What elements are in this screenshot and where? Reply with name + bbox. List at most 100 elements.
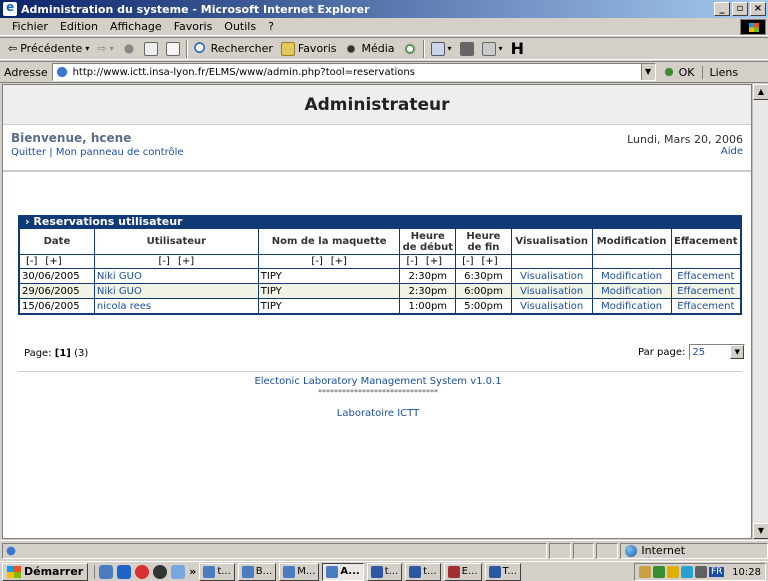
h-button[interactable]: H (507, 40, 528, 56)
forward-button[interactable]: ⇨ ▾ (93, 42, 117, 55)
chevron-more-icon[interactable]: » (189, 565, 196, 578)
address-label: Adresse (4, 65, 48, 79)
sort-asc-button[interactable]: [+] (45, 256, 61, 267)
col-model[interactable]: Nom de la maquette (257, 228, 401, 255)
mail-button[interactable]: ▾ (427, 41, 456, 56)
menu-affichage[interactable]: Affichage (104, 20, 168, 33)
menu-fichier[interactable]: Fichier (6, 20, 54, 33)
quicklaunch-icon[interactable] (171, 564, 186, 579)
favorites-button[interactable]: Favoris (277, 41, 341, 56)
tray-icon[interactable] (695, 566, 707, 578)
maximize-button[interactable]: ▫ (732, 2, 748, 16)
sort-cell-empty (510, 254, 593, 269)
quicklaunch-icon[interactable] (99, 564, 114, 579)
address-dropdown-icon[interactable]: ▼ (640, 64, 655, 80)
search-button[interactable]: Rechercher (190, 41, 277, 56)
history-button[interactable] (399, 41, 421, 56)
language-indicator[interactable]: FR (709, 567, 725, 577)
menu-help[interactable]: ? (262, 20, 280, 33)
task-label: E... (461, 566, 478, 577)
forward-dropdown-icon[interactable]: ▾ (110, 44, 114, 53)
go-button[interactable]: OK (661, 65, 694, 79)
refresh-button[interactable] (140, 41, 162, 56)
user-link[interactable]: Niki GUO (97, 271, 142, 282)
print-button[interactable] (456, 41, 478, 56)
footer-system[interactable]: Electonic Laboratory Management System v… (3, 375, 751, 388)
sort-asc-button[interactable]: [+] (331, 256, 347, 267)
footer-lab[interactable]: Laboratoire ICTT (3, 407, 751, 420)
control-panel-link[interactable]: Mon panneau de contrôle (56, 147, 184, 158)
home-button[interactable] (162, 41, 184, 56)
sort-asc-button[interactable]: [+] (426, 256, 442, 267)
view-link[interactable]: Visualisation (520, 271, 583, 282)
clock[interactable]: 10:28 (732, 567, 761, 578)
edit-link[interactable]: Modification (601, 271, 662, 282)
links-button[interactable]: Liens (702, 65, 738, 79)
stop-button[interactable] (118, 41, 140, 56)
mail-dropdown-icon[interactable]: ▾ (448, 44, 452, 53)
col-delete: Effacement (670, 228, 742, 255)
sort-desc-button[interactable]: [-] (462, 256, 473, 267)
task-button[interactable]: T... (484, 562, 521, 581)
col-end[interactable]: Heure de fin (455, 228, 512, 255)
task-button[interactable]: E... (443, 562, 482, 581)
back-button[interactable]: ⇦ Précédente ▾ (4, 42, 93, 55)
menu-favoris[interactable]: Favoris (168, 20, 219, 33)
edit-link[interactable]: Modification (601, 301, 662, 312)
tray-icon[interactable] (653, 566, 665, 578)
quicklaunch-icon[interactable] (117, 564, 132, 579)
delete-link[interactable]: Effacement (677, 286, 734, 297)
page-link[interactable]: (3) (74, 348, 88, 359)
sort-desc-button[interactable]: [-] (406, 256, 417, 267)
back-dropdown-icon[interactable]: ▾ (85, 44, 89, 53)
view-link[interactable]: Visualisation (520, 286, 583, 297)
user-link[interactable]: Niki GUO (97, 286, 142, 297)
task-label: t... (384, 566, 399, 577)
task-button[interactable]: t... (199, 562, 235, 581)
windows-flag-icon (7, 565, 21, 578)
scroll-down-icon[interactable]: ▼ (753, 523, 768, 539)
delete-link[interactable]: Effacement (677, 301, 734, 312)
edit-link[interactable]: Modification (601, 286, 662, 297)
per-page-label: Par page: (638, 346, 686, 358)
task-button[interactable]: B... (237, 562, 277, 581)
help-link[interactable]: Aide (721, 146, 743, 157)
col-start[interactable]: Heure de début (399, 228, 457, 255)
sort-asc-button[interactable]: [+] (482, 256, 498, 267)
delete-link[interactable]: Effacement (677, 271, 734, 282)
close-button[interactable]: × (750, 2, 766, 16)
sort-asc-button[interactable]: [+] (178, 256, 194, 267)
media-button[interactable]: Média (340, 41, 398, 56)
sort-desc-button[interactable]: [-] (311, 256, 322, 267)
menu-edition[interactable]: Edition (54, 20, 104, 33)
pagination: Page: [1] (3) (24, 348, 88, 359)
vertical-scrollbar[interactable]: ▲ ▼ (752, 84, 768, 539)
menu-outils[interactable]: Outils (218, 20, 262, 33)
tray-icon[interactable] (667, 566, 679, 578)
sort-desc-button[interactable]: [-] (159, 256, 170, 267)
per-page-select[interactable]: 25 ▼ (689, 344, 746, 360)
col-date[interactable]: Date (19, 228, 95, 255)
col-user[interactable]: Utilisateur (93, 228, 259, 255)
tray-icon[interactable] (639, 566, 651, 578)
table-row: 29/06/2005 Niki GUO TIPY 2:30pm 6:00pm V… (19, 283, 742, 299)
task-button[interactable]: t... (405, 562, 441, 581)
minimize-button[interactable]: _ (714, 2, 730, 16)
sort-desc-button[interactable]: [-] (26, 256, 37, 267)
task-button-active[interactable]: A... (322, 562, 364, 581)
user-link[interactable]: nicola rees (97, 301, 151, 312)
search-icon (193, 41, 208, 56)
edit-button[interactable]: ▾ (478, 41, 507, 56)
address-input[interactable]: http://www.ictt.insa-lyon.fr/ELMS/www/ad… (51, 63, 656, 81)
view-link[interactable]: Visualisation (520, 301, 583, 312)
task-button[interactable]: t... (366, 562, 403, 581)
chevron-down-icon[interactable]: ▼ (730, 345, 745, 359)
edit-dropdown-icon[interactable]: ▾ (499, 44, 503, 53)
start-button[interactable]: Démarrer (2, 562, 89, 581)
quicklaunch-icon[interactable] (153, 564, 168, 579)
scroll-up-icon[interactable]: ▲ (753, 84, 768, 100)
task-button[interactable]: M... (279, 562, 320, 581)
quit-link[interactable]: Quitter (11, 147, 46, 158)
tray-icon[interactable] (681, 566, 693, 578)
quicklaunch-icon[interactable] (135, 564, 150, 579)
